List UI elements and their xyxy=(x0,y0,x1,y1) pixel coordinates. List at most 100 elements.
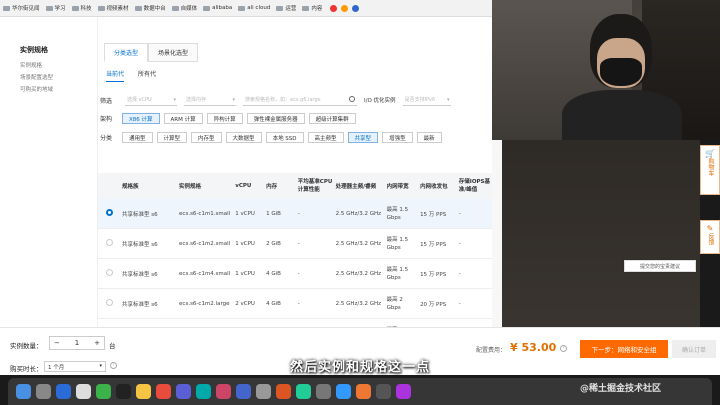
finder-icon[interactable] xyxy=(16,384,31,399)
app-icon[interactable] xyxy=(236,384,251,399)
wechat-icon[interactable] xyxy=(96,384,111,399)
tab-current-generation[interactable]: 当前代 xyxy=(106,69,125,82)
cell-vcpu: 1 vCPU xyxy=(235,240,255,247)
bookmark-0[interactable]: 华尔街见闻 xyxy=(3,4,40,12)
arch-option-bare-metal[interactable]: 弹性裸金属服务器 xyxy=(246,113,305,124)
help-icon[interactable]: ? xyxy=(560,345,567,352)
radio-button[interactable] xyxy=(106,239,113,246)
left-nav-item[interactable]: 场景配置选型 xyxy=(20,73,97,81)
app-icon[interactable] xyxy=(356,384,371,399)
radio-button[interactable] xyxy=(98,299,120,308)
bookmark-4[interactable]: 数据中台 xyxy=(134,4,166,12)
cell-memory: 4 GiB xyxy=(266,270,281,277)
quantity-stepper[interactable]: − 1 + xyxy=(49,336,105,350)
table-row[interactable]: 共享标准型 s6 ecs.s6-c1m4.small 1 vCPU 4 GiB - 2.5… xyxy=(98,259,492,289)
spec-search-input[interactable]: 搜索规格名称，如：ecs.g6.large xyxy=(243,95,357,106)
app-icon[interactable] xyxy=(196,384,211,399)
folder-icon xyxy=(3,5,10,11)
arch-option-x86[interactable]: X86 计算 xyxy=(122,113,160,124)
col-spec[interactable]: 实例规格 xyxy=(177,182,233,190)
table-row[interactable]: 共享标准型 s6 ecs.s6-c1m2.large 2 vCPU 4 GiB - 2.5… xyxy=(98,289,492,319)
cell-family: 共享标准型 s6 xyxy=(121,241,158,248)
bookmark-app-icon[interactable] xyxy=(352,4,360,12)
table-row[interactable]: 共享标准型 s6 ecs.s6-c1m1.small 1 vCPU 1 GiB - 2.5… xyxy=(98,199,492,229)
folder-icon xyxy=(238,5,246,11)
bookmark-2[interactable]: 科技 xyxy=(71,4,92,12)
left-nav-item[interactable]: 实例规格 xyxy=(20,61,97,69)
radio-button[interactable] xyxy=(98,209,120,218)
category-option-shared[interactable]: 共享型 xyxy=(347,132,379,143)
chrome-icon[interactable] xyxy=(76,384,91,399)
ipv6-select[interactable]: 是否支持IPv6 ▾ xyxy=(402,95,451,106)
table-row[interactable]: 共享标准型 s6 ecs.s6-c1m2.small 1 vCPU 2 GiB - 2.5… xyxy=(98,229,492,259)
bookmark-8[interactable]: 运营 xyxy=(276,4,296,12)
bookmark-app-icon[interactable] xyxy=(330,4,338,12)
search-icon[interactable] xyxy=(349,95,355,102)
edit-icon: ✎ xyxy=(706,224,714,233)
terminal-icon[interactable] xyxy=(116,384,131,399)
app-icon[interactable] xyxy=(296,384,311,399)
bookmark-9[interactable]: 内容 xyxy=(302,4,322,12)
cell-frequency: 2.5 GHz/3.2 GHz xyxy=(335,270,382,277)
app-icon[interactable] xyxy=(376,384,391,399)
app-icon[interactable] xyxy=(336,384,351,399)
bookmark-1[interactable]: 学习 xyxy=(45,4,66,12)
category-option[interactable]: 增强型 xyxy=(382,132,413,143)
category-option[interactable]: 高主频型 xyxy=(307,132,344,143)
radio-button[interactable] xyxy=(106,299,113,306)
col-family[interactable]: 规格族 xyxy=(120,182,177,190)
vcpu-select[interactable]: 选择 vCPU ▾ xyxy=(125,95,177,106)
bookmark-app-icon[interactable] xyxy=(341,4,349,12)
arch-option-super-cluster[interactable]: 超级计算集群 xyxy=(308,113,356,124)
cart-widget[interactable]: 🛒 购物车 xyxy=(700,145,720,195)
left-nav: 实例规格 实例规格 场景配置选型 可购买的地域 xyxy=(0,17,98,355)
architecture-label: 架构 xyxy=(100,116,113,123)
quantity-value[interactable]: 1 xyxy=(75,339,79,347)
memory-select[interactable]: 选择内存 ▾ xyxy=(184,95,236,106)
radio-button[interactable] xyxy=(98,239,120,248)
feedback-widget[interactable]: ✎ 反馈 xyxy=(700,220,720,254)
category-option[interactable]: 大数据型 xyxy=(225,132,262,143)
radio-button[interactable] xyxy=(98,269,120,278)
tab-category-selection[interactable]: 分类选型 xyxy=(104,43,149,62)
filter-row: 筛选 选择 vCPU ▾ 选择内存 ▾ 搜索规格名称，如：ecs.g6.large … xyxy=(100,93,492,107)
cell-vcpu: 1 vCPU xyxy=(235,210,255,217)
col-memory[interactable]: 内存 xyxy=(264,182,296,190)
app-icon[interactable] xyxy=(396,384,411,399)
radio-button[interactable] xyxy=(106,209,113,216)
category-option[interactable]: 通用型 xyxy=(122,132,153,143)
bookmark-6[interactable]: alibaba xyxy=(203,5,232,11)
notes-icon[interactable] xyxy=(136,384,151,399)
bookmark-7[interactable]: ali cloud xyxy=(238,5,270,11)
category-label: 分类 xyxy=(100,135,113,142)
col-bandwidth[interactable]: 内网带宽 xyxy=(385,182,418,190)
bookmark-5[interactable]: 自媒体 xyxy=(171,4,197,12)
category-option[interactable]: 最新 xyxy=(416,132,442,143)
category-option[interactable]: 计算型 xyxy=(156,132,188,143)
safari-icon[interactable] xyxy=(56,384,71,399)
tab-scenario-selection[interactable]: 场景化选型 xyxy=(148,43,199,62)
launchpad-icon[interactable] xyxy=(36,384,51,399)
tab-all-generations[interactable]: 所有代 xyxy=(138,69,156,82)
app-icon[interactable] xyxy=(256,384,271,399)
category-option[interactable]: 本地 SSD xyxy=(265,132,304,143)
app-icon[interactable] xyxy=(156,384,171,399)
arch-option-heterogeneous[interactable]: 异构计算 xyxy=(206,113,243,124)
app-icon[interactable] xyxy=(176,384,191,399)
app-icon[interactable] xyxy=(276,384,291,399)
bookmark-3[interactable]: 视频素材 xyxy=(97,4,129,12)
col-pps[interactable]: 内网收发包 xyxy=(418,182,457,190)
col-vcpu[interactable]: vCPU xyxy=(233,183,264,189)
cell-baseline: - xyxy=(297,210,300,217)
left-nav-item[interactable]: 可购买的地域 xyxy=(20,85,97,93)
decrement-button[interactable]: − xyxy=(54,339,60,347)
radio-button[interactable] xyxy=(106,269,113,276)
app-icon[interactable] xyxy=(316,384,331,399)
filter-label: 筛选 xyxy=(100,97,113,105)
io-optimized-label[interactable]: I/O 优化实例 xyxy=(364,96,396,104)
increment-button[interactable]: + xyxy=(94,339,100,347)
cell-spec: ecs.s6-c1m4.small xyxy=(179,270,231,277)
category-option[interactable]: 内存型 xyxy=(191,132,222,143)
arch-option-arm[interactable]: ARM 计算 xyxy=(163,113,203,124)
app-icon[interactable] xyxy=(216,384,231,399)
